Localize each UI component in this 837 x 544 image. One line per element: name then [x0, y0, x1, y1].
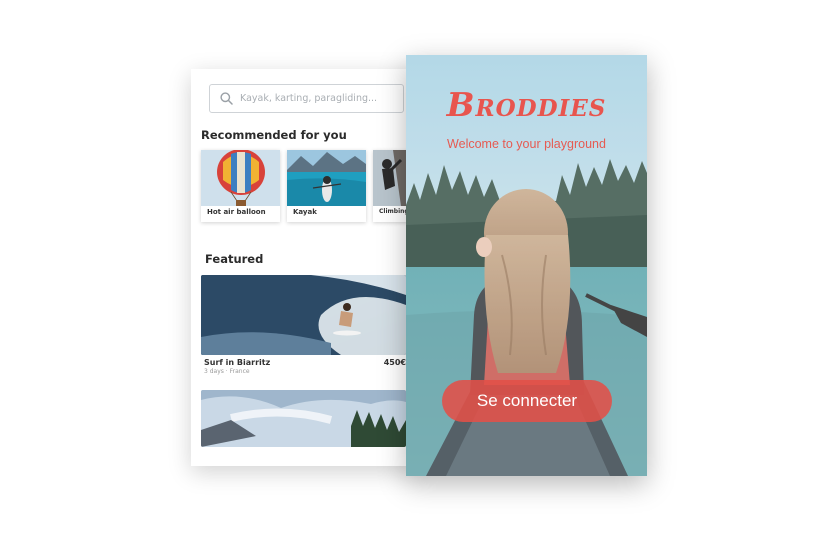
- browse-screen: Recommended for you Hot air balloon: [191, 69, 421, 466]
- hot-air-balloon-image: [201, 150, 280, 206]
- featured-name: Surf in Biarritz: [204, 358, 271, 367]
- surf-image: [201, 275, 406, 355]
- search-bar[interactable]: [209, 84, 404, 113]
- brand-logo: Broddies: [446, 85, 607, 124]
- recommended-label: Climbing: [379, 208, 409, 215]
- kayak-image: [287, 150, 366, 206]
- featured-meta: 3 days · France: [204, 368, 250, 375]
- featured-card-surf[interactable]: Surf in Biarritz 450€ 3 days · France: [201, 275, 406, 377]
- tagline: Welcome to your playground: [447, 137, 606, 151]
- recommended-label: Hot air balloon: [207, 208, 266, 216]
- recommended-card-kayak[interactable]: Kayak: [287, 150, 366, 222]
- recommended-label: Kayak: [293, 208, 317, 216]
- featured-price: 450€: [383, 358, 406, 367]
- featured-card-mountains[interactable]: [201, 390, 406, 447]
- featured-title: Featured: [205, 252, 264, 266]
- search-icon: [220, 92, 233, 105]
- login-screen: Broddies Welcome to your playground Se c…: [406, 55, 647, 476]
- recommended-card-hot-air-balloon[interactable]: Hot air balloon: [201, 150, 280, 222]
- mountains-image: [201, 390, 406, 447]
- search-input[interactable]: [240, 93, 390, 104]
- connect-button[interactable]: Se connecter: [442, 380, 612, 422]
- recommended-title: Recommended for you: [201, 128, 347, 142]
- recommended-list: Hot air balloon Kayak Climbing: [201, 150, 421, 222]
